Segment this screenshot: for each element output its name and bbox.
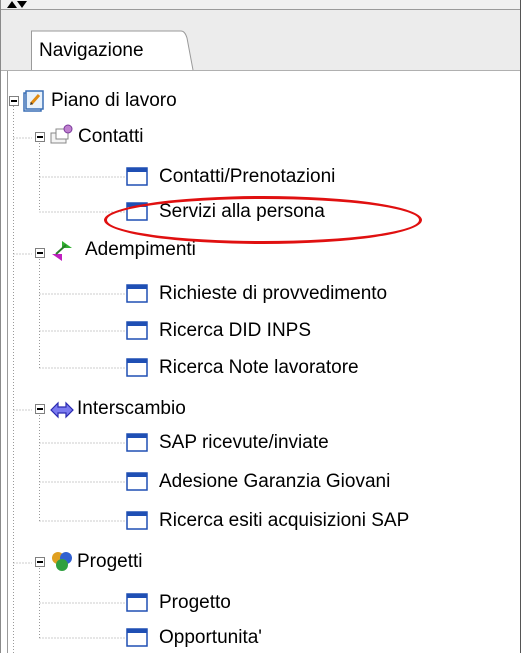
collapse-bar[interactable] (1, 0, 520, 10)
window-icon (126, 591, 150, 615)
tree-item-ricerca-esiti-acquisizioni-sap[interactable]: Ricerca esiti acquisizioni SAP (159, 510, 409, 532)
contatti-collapse-toggle[interactable] (35, 132, 45, 142)
tree-root-label[interactable]: Piano di lavoro (51, 90, 177, 112)
tree-item-ricerca-note-lavoratore[interactable]: Ricerca Note lavoratore (159, 357, 359, 379)
tree-item-opportunita[interactable]: Opportunita' (159, 627, 262, 649)
window-icon (126, 356, 150, 380)
adempimenti-collapse-toggle[interactable] (35, 248, 45, 258)
contacts-icon (50, 123, 74, 147)
group-label-adempimenti[interactable]: Adempimenti (85, 239, 196, 261)
navigation-tree: Piano di lavoro Contatti Contatti/Prenot… (7, 71, 520, 653)
group-label-interscambio[interactable]: Interscambio (77, 398, 186, 420)
root-collapse-toggle[interactable] (9, 96, 19, 106)
highlight-ellipse (104, 196, 422, 244)
arrows-icon (50, 239, 74, 263)
interscambio-collapse-toggle[interactable] (35, 404, 45, 414)
window-icon (126, 470, 150, 494)
tab-label: Navigazione (39, 40, 144, 61)
group-label-contatti[interactable]: Contatti (78, 126, 143, 148)
exchange-icon (50, 398, 74, 422)
window-icon (126, 626, 150, 650)
navigation-panel: Navigazione Piano di lavoro Contatti Con… (0, 0, 521, 653)
window-icon (126, 319, 150, 343)
tab-strip: Navigazione (1, 10, 520, 71)
window-icon (126, 509, 150, 533)
tree-item-sap-ricevute-inviate[interactable]: SAP ricevute/inviate (159, 432, 329, 454)
notepad-icon (22, 89, 46, 113)
progetti-collapse-toggle[interactable] (35, 557, 45, 567)
tree-item-adesione-garanzia-giovani[interactable]: Adesione Garanzia Giovani (159, 471, 390, 493)
window-icon (126, 282, 150, 306)
window-icon (126, 431, 150, 455)
tree-item-contatti-prenotazioni[interactable]: Contatti/Prenotazioni (159, 166, 335, 188)
tree-item-richieste-provvedimento[interactable]: Richieste di provvedimento (159, 283, 387, 305)
tree-item-ricerca-did-inps[interactable]: Ricerca DID INPS (159, 320, 311, 342)
arrow-down-icon[interactable] (17, 1, 27, 8)
arrow-up-icon[interactable] (7, 1, 17, 8)
window-icon (126, 165, 150, 189)
group-label-progetti[interactable]: Progetti (77, 551, 142, 573)
projects-icon (50, 549, 74, 573)
tab-navigazione[interactable]: Navigazione (31, 30, 195, 71)
tree-item-progetto[interactable]: Progetto (159, 592, 231, 614)
